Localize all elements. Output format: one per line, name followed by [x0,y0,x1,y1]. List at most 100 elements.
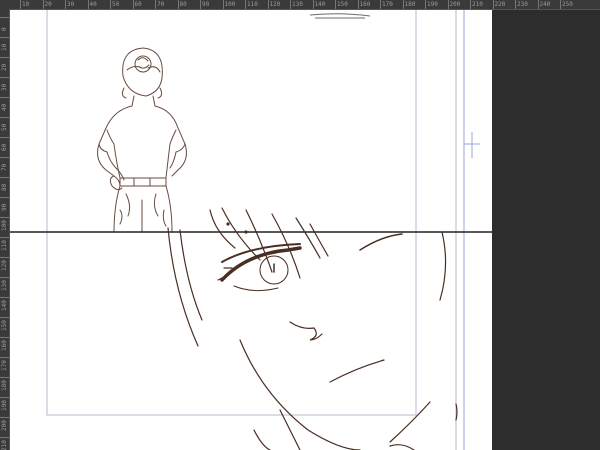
ruler-label: 190 [1,400,8,411]
ruler-tick [0,197,9,198]
ruler-label: 210 [1,440,8,450]
ruler-tick [335,0,336,9]
ruler-label: 30 [67,1,75,8]
ruler-label: 30 [1,83,8,91]
ruler-tick [42,0,44,9]
ruler-label: 80 [1,183,8,191]
ruler-label: 50 [112,1,120,8]
ruler-tick [222,0,224,9]
ruler-label: 120 [1,260,8,271]
ruler-label: 60 [1,143,8,151]
ruler-tick [20,0,21,9]
ruler-tick [0,437,9,438]
ruler-tick [0,237,9,238]
ruler-label: 0 [1,27,8,31]
ruler-label: 220 [494,1,506,8]
ruler-tick [515,0,516,9]
ruler-tick [0,397,9,398]
ruler-label: 180 [1,380,8,391]
ruler-tick [0,17,9,18]
ruler-label: 10 [22,1,30,8]
ruler-label: 160 [359,1,371,8]
page-inner-frame [46,10,417,416]
ruler-tick [470,0,471,9]
canvas-artwork[interactable] [10,10,492,450]
ruler-label: 240 [539,1,551,8]
ruler-label: 180 [404,1,416,8]
ruler-label: 100 [1,220,8,231]
ruler-label: 50 [1,123,8,131]
ruler-label: 70 [157,1,165,8]
ruler-label: 160 [1,340,8,351]
ruler-tick [560,0,561,9]
ruler-label: 150 [1,320,8,331]
ruler-label: 20 [1,63,8,71]
ruler-tick [357,0,359,9]
ruler-label: 110 [247,1,258,8]
ruler-tick [200,0,201,9]
ruler-tick [290,0,291,9]
ruler-tick [0,257,9,258]
ruler-tick [267,0,269,9]
ruler-tick [0,57,9,58]
ruler-tick [0,337,9,338]
ruler-tick [402,0,404,9]
ruler-tick [65,0,66,9]
ruler-label: 170 [1,360,8,371]
ruler-label: 110 [1,240,8,251]
ruler-label: 250 [562,1,573,8]
ruler-tick [0,377,9,378]
ruler-tick [245,0,246,9]
ruler-label: 210 [472,1,483,8]
ruler-tick [0,417,9,418]
ruler-tick [155,0,156,9]
crop-mark-icon [464,132,480,158]
ruler-label: 40 [89,1,97,8]
ruler-tick [110,0,111,9]
ruler-tick [0,117,9,118]
ruler-tick [312,0,314,9]
girl-back-view-drawing [97,47,187,233]
ruler-label: 40 [1,103,8,111]
ruler-label: 60 [134,1,142,8]
ruler-tick [537,0,539,9]
header-scribble [309,13,371,19]
ruler-label: 190 [427,1,438,8]
ruler-tick [0,177,9,178]
pasteboard [492,10,600,450]
ruler-tick [87,0,89,9]
ruler-label: 90 [202,1,210,8]
ruler-tick [177,0,179,9]
ruler-tick [0,317,9,318]
vertical-ruler[interactable]: 0 10 20 30 40 50 60 70 80 90 100 110 120 130 140 150 160… [0,9,10,450]
ruler-tick [0,97,9,98]
ruler-label: 140 [314,1,326,8]
ruler-label: 20 [44,1,52,8]
ruler-label: 140 [1,300,8,311]
ruler-label: 130 [1,280,8,291]
ruler-tick [0,217,9,218]
ruler-tick [0,137,9,138]
ruler-label: 100 [224,1,236,8]
ruler-tick [447,0,449,9]
ruler-tick [380,0,381,9]
ruler-label: 150 [337,1,348,8]
ruler-label: 130 [292,1,303,8]
face-closeup-drawing [167,207,458,450]
ruler-label: 70 [1,163,8,171]
horizontal-ruler[interactable]: 10 20 30 40 50 60 70 80 90 100 110 120 130 140 150 160 1… [0,0,600,10]
drawing-canvas[interactable] [10,10,492,450]
ruler-tick [0,357,9,358]
ruler-tick [0,297,9,298]
ruler-label: 200 [1,420,8,431]
ruler-tick [0,37,9,38]
ruler-tick [425,0,426,9]
ruler-tick [132,0,134,9]
ruler-label: 120 [269,1,281,8]
ruler-tick [0,157,9,158]
ruler-label: 170 [382,1,393,8]
ruler-tick [0,277,9,278]
ruler-label: 80 [179,1,187,8]
ruler-label: 10 [1,43,8,51]
ruler-label: 200 [449,1,461,8]
